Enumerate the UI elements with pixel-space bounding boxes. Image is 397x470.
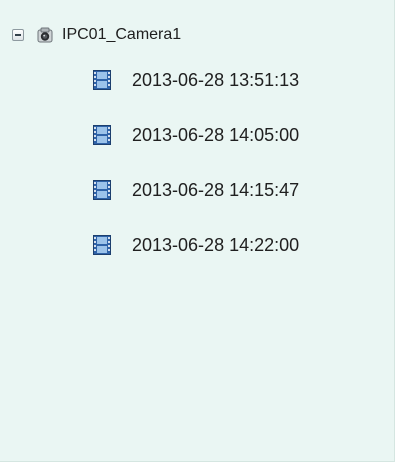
recording-item[interactable]: 2013-06-28 13:51:13 [93, 70, 299, 90]
video-file-icon [93, 180, 111, 200]
recording-item[interactable]: 2013-06-28 14:22:00 [93, 235, 299, 255]
camera-node-label: IPC01_Camera1 [62, 26, 182, 43]
recordings-list: 2013-06-28 13:51:13 2013-06-28 14:05:00 [93, 70, 299, 290]
video-file-icon [93, 70, 111, 90]
tree-node-camera[interactable]: IPC01_Camera1 [12, 21, 181, 49]
video-file-icon [93, 235, 111, 255]
recording-label: 2013-06-28 14:22:00 [132, 235, 300, 255]
recording-item[interactable]: 2013-06-28 14:15:47 [93, 180, 299, 200]
recording-label: 2013-06-28 13:51:13 [132, 70, 300, 90]
recordings-tree-panel: IPC01_Camera1 2013-06-28 13:51:13 2013-0… [0, 0, 395, 462]
video-file-icon [93, 125, 111, 145]
collapse-toggle-button[interactable] [12, 29, 24, 41]
recording-label: 2013-06-28 14:05:00 [132, 125, 300, 145]
recording-item[interactable]: 2013-06-28 14:05:00 [93, 125, 299, 145]
recording-label: 2013-06-28 14:15:47 [132, 180, 300, 200]
camera-icon [37, 27, 53, 43]
